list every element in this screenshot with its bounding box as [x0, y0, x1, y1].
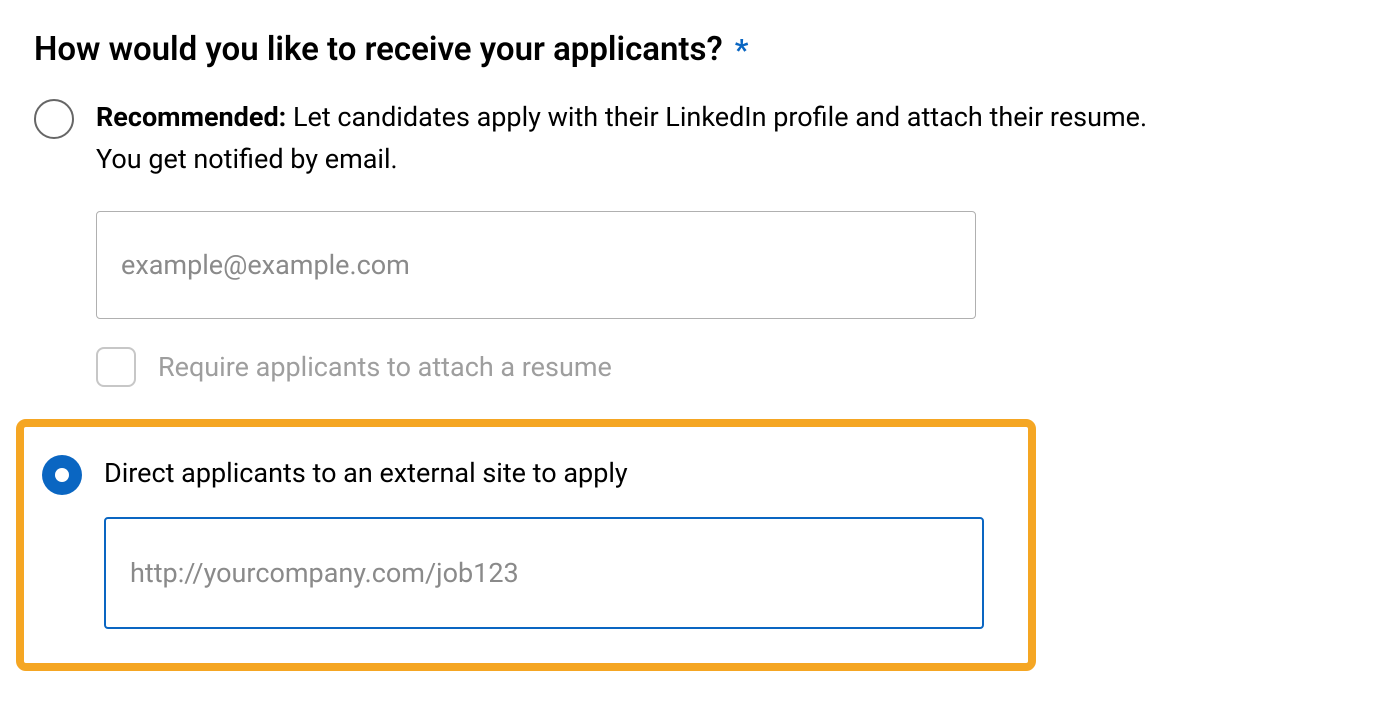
url-input-wrap	[104, 517, 984, 629]
required-asterisk: *	[735, 33, 749, 68]
radio-external-inner	[55, 468, 69, 482]
radio-external[interactable]	[42, 455, 82, 495]
radio-recommended[interactable]	[34, 99, 74, 139]
option-external-highlight: Direct applicants to an external site to…	[16, 419, 1036, 671]
option-recommended-body: Recommended: Let candidates apply with t…	[96, 97, 1196, 387]
email-input-wrap	[96, 211, 976, 319]
require-resume-row[interactable]: Require applicants to attach a resume	[96, 347, 1196, 387]
option-external-body: Direct applicants to an external site to…	[104, 453, 1010, 629]
option-recommended-section: Recommended: Let candidates apply with t…	[34, 97, 1340, 419]
heading-row: How would you like to receive your appli…	[34, 30, 1340, 69]
section-heading: How would you like to receive your appli…	[34, 30, 723, 69]
require-resume-checkbox[interactable]	[96, 347, 136, 387]
email-input[interactable]	[96, 211, 976, 319]
option-external-text: Direct applicants to an external site to…	[104, 453, 1010, 495]
external-url-input[interactable]	[104, 517, 984, 629]
option-external-row[interactable]: Direct applicants to an external site to…	[42, 453, 1010, 629]
require-resume-label: Require applicants to attach a resume	[158, 351, 612, 383]
option-recommended-bold: Recommended:	[96, 101, 286, 133]
option-recommended-row[interactable]: Recommended: Let candidates apply with t…	[34, 97, 1340, 387]
option-recommended-text: Recommended: Let candidates apply with t…	[96, 97, 1196, 181]
